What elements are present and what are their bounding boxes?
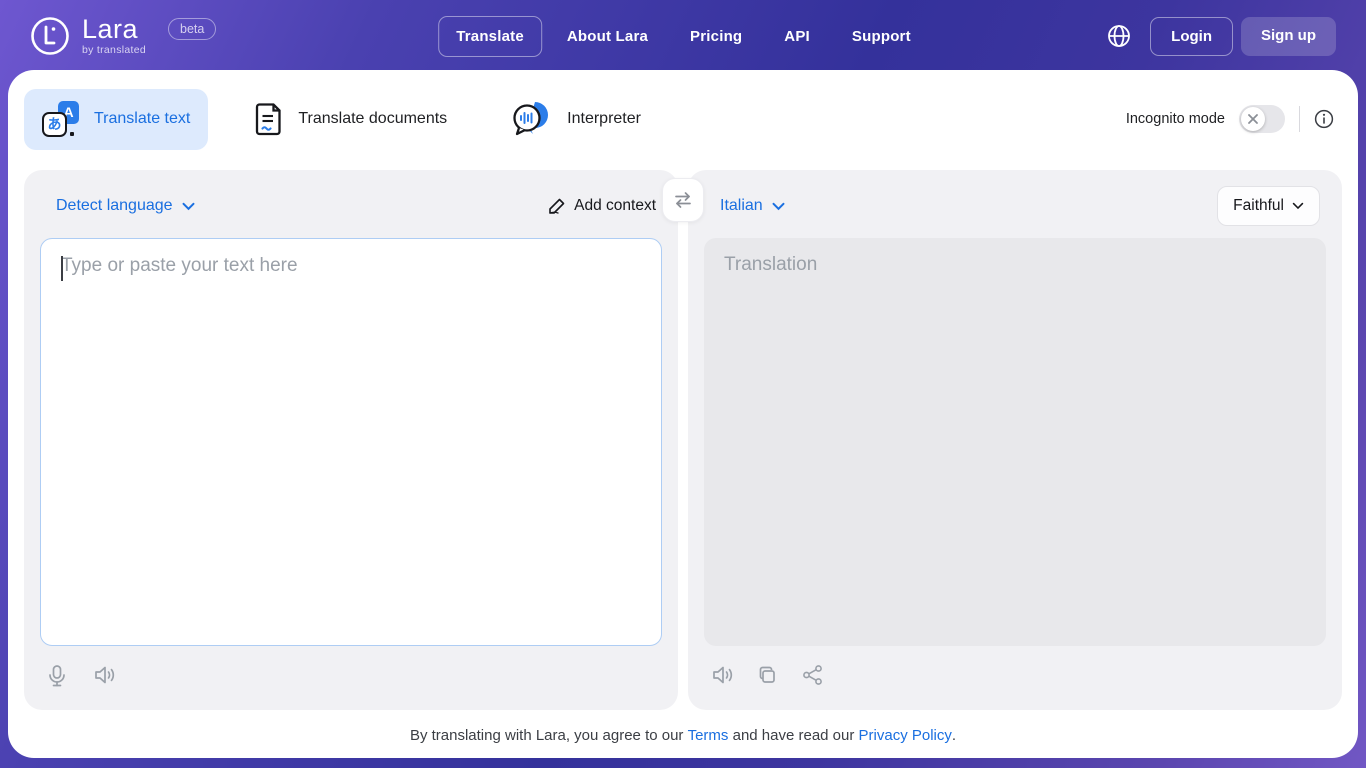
interpreter-icon: [511, 100, 553, 138]
tab-interpreter[interactable]: Interpreter: [493, 88, 659, 150]
nav-item-translate[interactable]: Translate: [438, 15, 542, 57]
source-text-input[interactable]: [61, 255, 641, 629]
nav-item-api[interactable]: API: [767, 17, 827, 56]
share-button[interactable]: [802, 664, 826, 688]
source-input-box: [40, 238, 662, 646]
incognito-mode-label: Incognito mode: [1125, 111, 1225, 127]
tab-translate-documents-label: Translate documents: [298, 110, 448, 127]
nav-item-pricing[interactable]: Pricing: [673, 17, 759, 56]
terms-link[interactable]: Terms: [688, 727, 729, 744]
lara-logo[interactable]: Lara by translated beta: [30, 14, 217, 56]
tab-interpreter-label: Interpreter: [567, 110, 641, 127]
translation-style-selector[interactable]: Faithful: [1217, 186, 1320, 226]
speaker-button-target[interactable]: [710, 664, 734, 688]
source-language-label: Detect language: [56, 197, 173, 214]
pencil-icon: [549, 198, 565, 214]
footer-text: and have read our: [728, 727, 859, 744]
microphone-button[interactable]: [46, 664, 70, 688]
incognito-toggle[interactable]: [1239, 105, 1285, 133]
chevron-down-icon: [1292, 202, 1304, 210]
copy-button[interactable]: [756, 664, 780, 688]
add-context-button[interactable]: Add context: [548, 197, 656, 215]
logo-name: Lara: [82, 14, 139, 44]
nav-item-about-lara[interactable]: About Lara: [550, 17, 665, 56]
top-navbar: Lara by translated beta Translate About …: [0, 0, 1366, 72]
translate-panels: Detect language Add context Type or past…: [24, 170, 1342, 710]
divider: [1299, 106, 1300, 132]
footer-text: By translating with Lara, you agree to o…: [409, 727, 688, 744]
tab-translate-documents[interactable]: Translate documents: [236, 88, 465, 150]
chevron-down-icon: [772, 202, 785, 210]
translation-output-box: Translation: [704, 238, 1326, 646]
text-caret: [61, 256, 63, 281]
translate-text-icon: A あ: [42, 100, 80, 138]
footer-text: .: [951, 727, 957, 744]
tab-translate-text-label: Translate text: [94, 110, 191, 127]
document-icon: [254, 100, 284, 138]
swap-languages-button[interactable]: [662, 178, 704, 222]
privacy-policy-link[interactable]: Privacy Policy: [859, 727, 952, 744]
target-language-label: Italian: [720, 197, 763, 214]
login-button[interactable]: Login: [1150, 16, 1233, 56]
info-icon[interactable]: [1314, 109, 1334, 129]
toggle-knob-x-icon: [1241, 107, 1265, 131]
beta-badge: beta: [168, 18, 217, 40]
speaker-button-source[interactable]: [92, 664, 116, 688]
nav-item-support[interactable]: Support: [835, 17, 928, 56]
target-panel: Italian Faithful Translation: [688, 170, 1342, 710]
main-nav: Translate About Lara Pricing API Support: [438, 0, 928, 72]
add-context-label: Add context: [574, 197, 656, 214]
source-panel: Detect language Add context: [24, 170, 678, 710]
signup-button[interactable]: Sign up: [1241, 16, 1336, 56]
lara-logo-icon: [30, 16, 70, 56]
translation-style-label: Faithful: [1233, 197, 1284, 214]
language-globe-icon[interactable]: [1106, 23, 1132, 49]
target-language-selector[interactable]: Italian: [720, 197, 785, 215]
logo-tagline: by translated: [82, 44, 147, 56]
chevron-down-icon: [182, 202, 195, 210]
main-card: A あ Translate text Translate documents I…: [8, 70, 1358, 758]
tab-translate-text[interactable]: A あ Translate text: [24, 88, 209, 150]
mode-tabs: A あ Translate text Translate documents I…: [24, 88, 1342, 150]
source-language-selector[interactable]: Detect language: [56, 197, 195, 215]
consent-footer: By translating with Lara, you agree to o…: [24, 710, 1342, 758]
